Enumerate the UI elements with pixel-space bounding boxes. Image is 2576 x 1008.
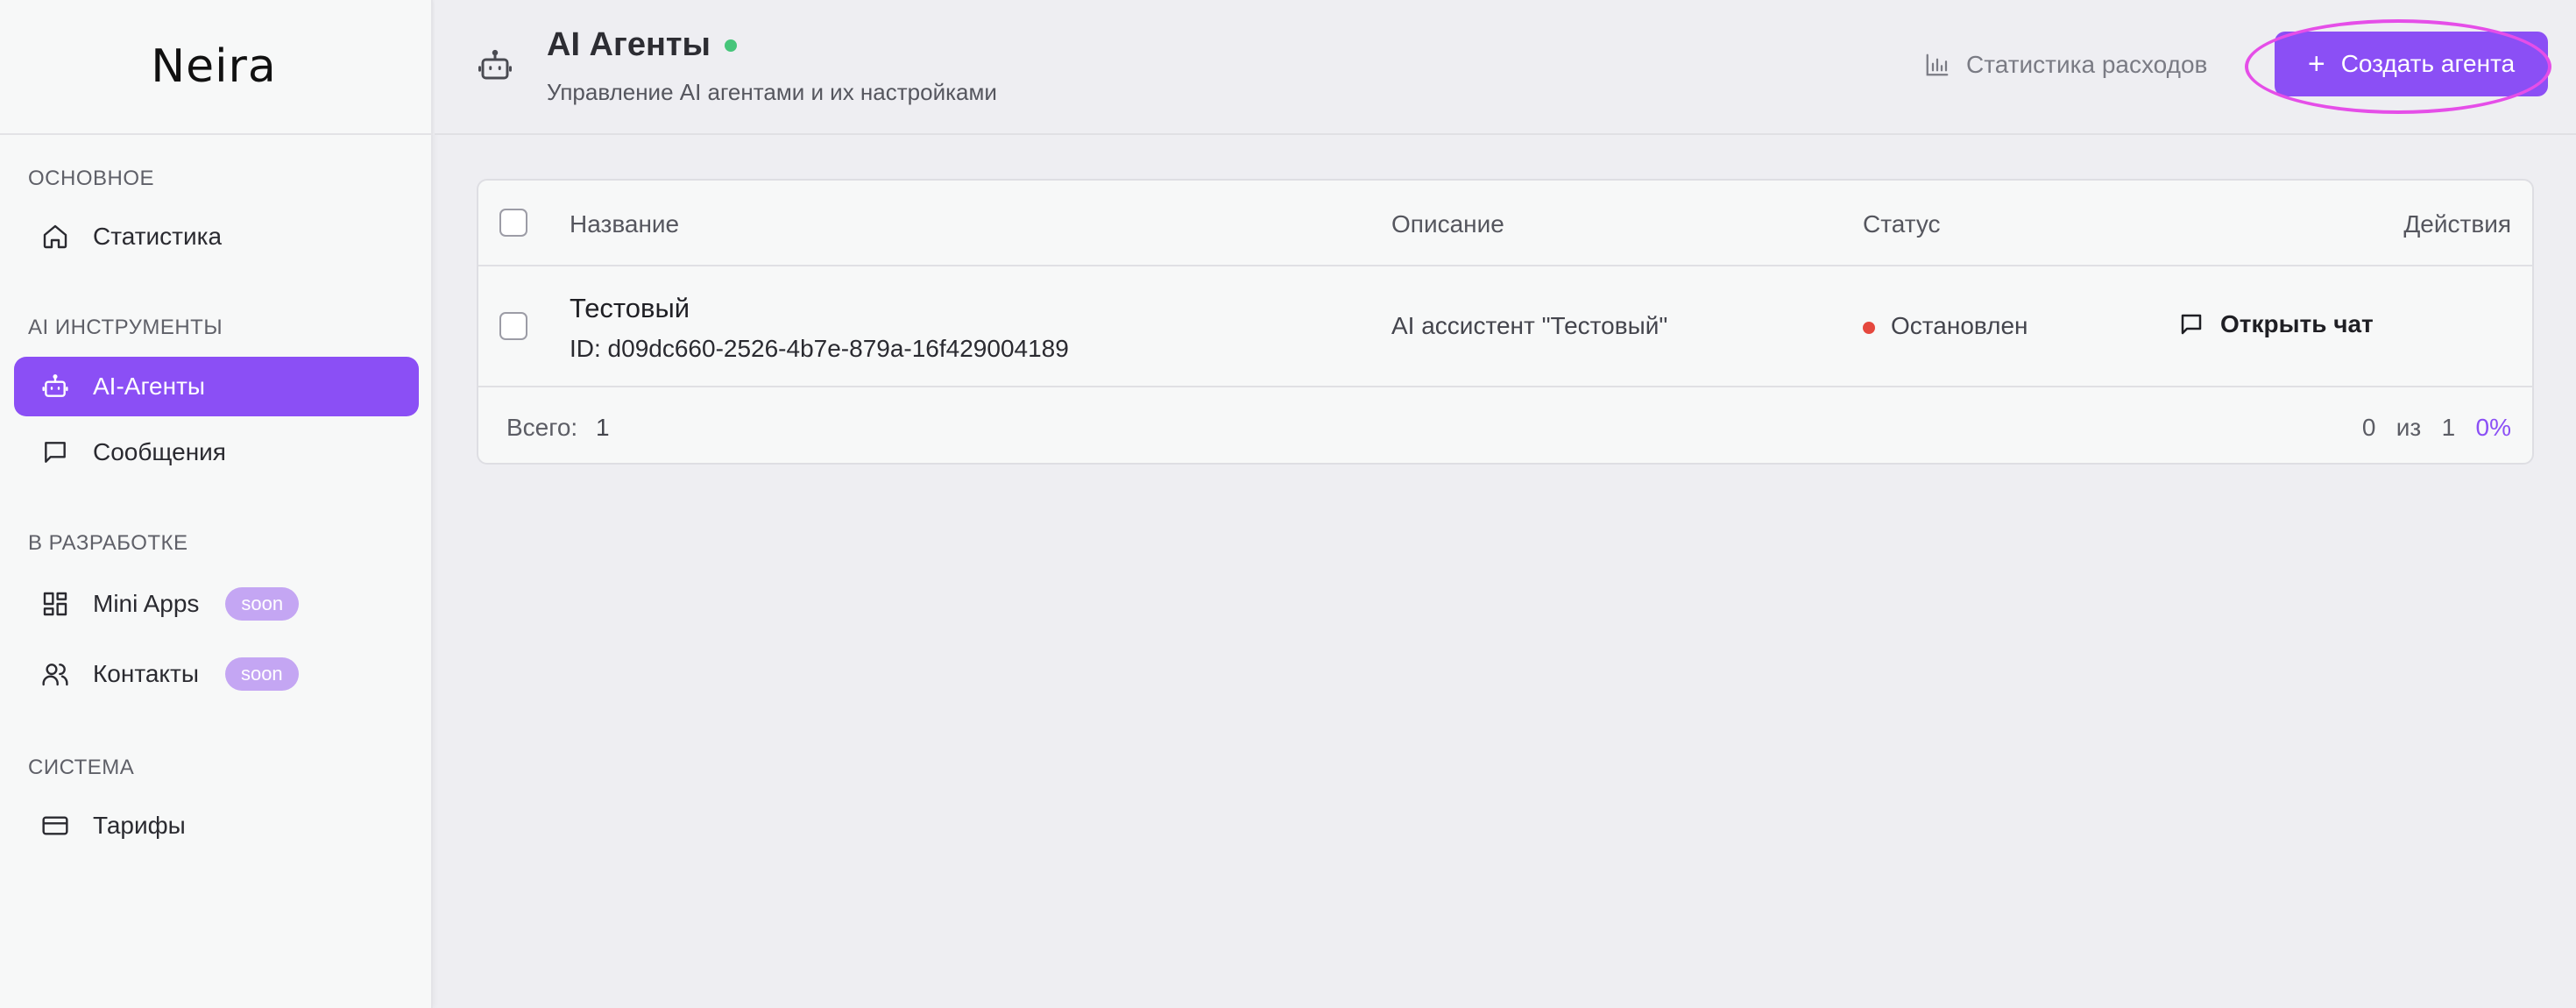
agent-name[interactable]: Тестовый: [570, 293, 690, 324]
select-all-checkbox[interactable]: [499, 209, 527, 237]
soon-badge: soon: [224, 657, 299, 691]
sidebar-item-contacts[interactable]: Контакты soon: [14, 644, 419, 704]
status-dot: [1863, 321, 1875, 334]
grid-icon: [40, 589, 70, 619]
section-label-main: ОСНОВНОЕ: [28, 167, 155, 190]
of-value: 1: [2441, 414, 2456, 441]
page-title: AI Агенты: [547, 26, 711, 63]
section-label-system: СИСТЕМА: [28, 756, 135, 779]
table-header: Название Описание Статус Действия: [478, 181, 2532, 266]
column-header-description[interactable]: Описание: [1391, 210, 1504, 238]
sidebar-item-label: Тарифы: [93, 812, 186, 839]
spending-stats-label: Статистика расходов: [1966, 51, 2208, 78]
message-icon: [40, 437, 70, 467]
sidebar-item-tariffs[interactable]: Тарифы: [14, 796, 419, 855]
total-label: Всего:: [506, 414, 578, 441]
spending-stats-link[interactable]: Статистика расходов: [1924, 46, 2207, 84]
column-header-status[interactable]: Статус: [1863, 210, 1941, 238]
section-label-ai-tools: AI ИНСТРУМЕНТЫ: [28, 316, 223, 339]
status-label: Остановлен: [1891, 312, 2028, 339]
sidebar: Neira ОСНОВНОЕ Статистика AI ИНСТРУМЕНТЫ…: [0, 0, 433, 1008]
agent-description: AI ассистент "Тестовый": [1391, 312, 1668, 339]
sidebar-item-label: Контакты: [93, 660, 199, 687]
sidebar-item-label: Сообщения: [93, 438, 226, 465]
sidebar-item-ai-agents[interactable]: AI-Агенты: [14, 357, 419, 416]
section-label-in-development: В РАЗРАБОТКЕ: [28, 531, 188, 555]
bar-chart-icon: [1924, 52, 1950, 78]
agent-status: Остановлен: [1863, 312, 2028, 340]
soon-badge: soon: [225, 587, 300, 621]
row-checkbox[interactable]: [499, 312, 527, 340]
sidebar-item-label: Статистика: [93, 223, 223, 250]
brand-logo[interactable]: Neira: [151, 40, 277, 93]
selected-count: 0: [2361, 414, 2376, 441]
of-label: из: [2396, 414, 2422, 441]
online-status-dot: [724, 39, 737, 52]
agents-table: Название Описание Статус Действия Тестов…: [477, 179, 2534, 465]
selection-summary: 0 из 1 0%: [2362, 414, 2511, 442]
column-header-name[interactable]: Название: [570, 210, 679, 238]
plus-icon: +: [2307, 46, 2325, 81]
page-subtitle: Управление AI агентами и их настройками: [547, 79, 997, 105]
sidebar-item-mini-apps[interactable]: Mini Apps soon: [14, 574, 419, 634]
create-agent-label: Создать агента: [2340, 50, 2516, 77]
page-header: AI Агенты Управление AI агентами и их на…: [435, 0, 2576, 135]
table-footer: Всего: 1 0 из 1 0%: [478, 387, 2532, 463]
sidebar-item-messages[interactable]: Сообщения: [14, 422, 419, 482]
bot-icon: [477, 47, 513, 84]
sidebar-item-statistics[interactable]: Статистика: [14, 207, 419, 266]
logo-area: Neira: [0, 0, 431, 135]
sidebar-item-label: AI-Агенты: [93, 373, 206, 400]
home-icon: [40, 222, 70, 252]
agent-id: ID: d09dc660-2526-4b7e-879a-16f429004189: [570, 335, 1069, 362]
total-value: 1: [596, 414, 610, 441]
sidebar-item-label: Mini Apps: [93, 590, 200, 617]
page-title-row: AI Агенты: [547, 26, 737, 64]
open-chat-label: Открыть чат: [2220, 310, 2374, 337]
message-icon: [2178, 311, 2204, 337]
card-icon: [40, 811, 70, 841]
bot-icon: [40, 372, 70, 401]
open-chat-button[interactable]: Открыть чат: [2178, 310, 2374, 338]
selected-percent: 0%: [2475, 414, 2511, 441]
create-agent-button[interactable]: + Создать агента: [2275, 32, 2548, 96]
users-icon: [40, 659, 70, 689]
column-header-actions: Действия: [2403, 210, 2511, 238]
table-row[interactable]: Тестовый ID: d09dc660-2526-4b7e-879a-16f…: [478, 266, 2532, 387]
